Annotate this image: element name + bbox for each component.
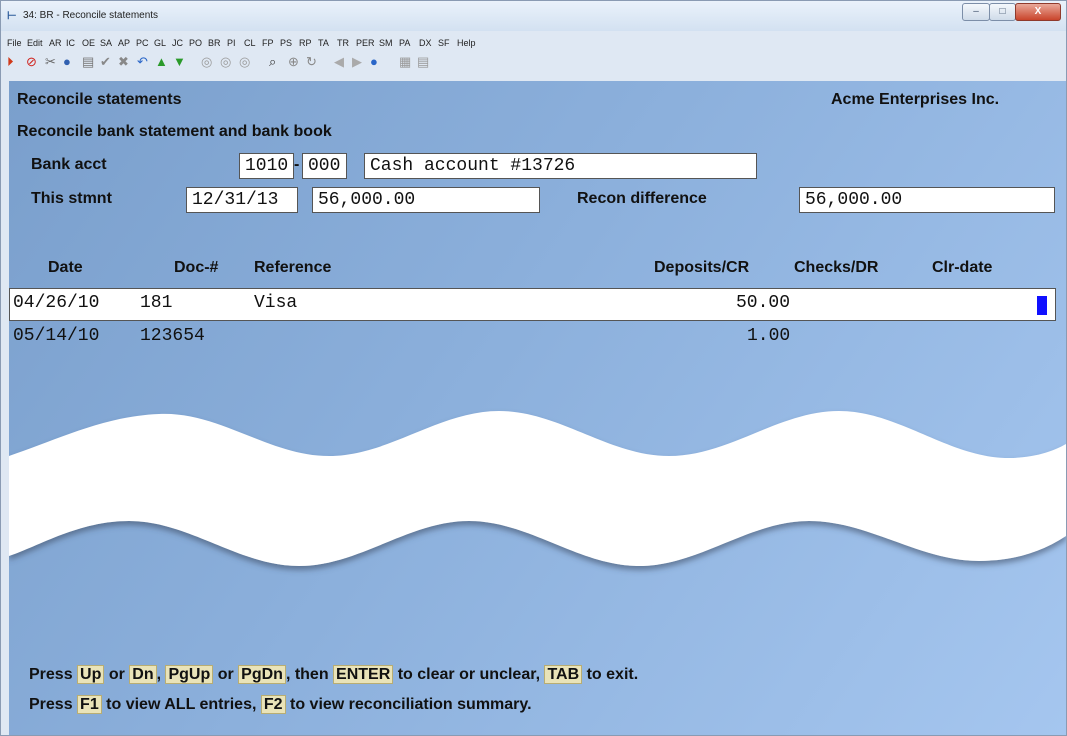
menu-per[interactable]: PER [356,38,375,48]
bank-acct-description: Cash account #13726 [364,153,757,179]
menu-fp[interactable]: FP [262,38,274,48]
menu-pa[interactable]: PA [399,38,410,48]
notes-icon[interactable]: ▤ [417,54,429,70]
down-arrow-icon[interactable]: ▼ [173,54,186,69]
menu-rp[interactable]: RP [299,38,312,48]
menu-pi[interactable]: PI [227,38,236,48]
zoom-icon[interactable]: ⊕ [288,54,299,70]
menu-cl[interactable]: CL [244,38,256,48]
recon-diff-value: 56,000.00 [799,187,1055,213]
stop-icon[interactable]: ⊘ [26,54,37,70]
bank-acct-main-field[interactable]: 1010 [239,153,294,179]
menu-bar: File Edit AR IC OE SA AP PC GL JC PO BR … [1,38,1066,52]
row-date: 05/14/10 [13,326,100,346]
app-icon: ⊢ [7,10,17,22]
key-pgup: PgUp [165,665,214,684]
record-middle-icon[interactable]: ◎ [220,54,231,70]
calculator-icon[interactable]: ▦ [399,54,411,70]
clr-date-cursor[interactable] [1037,296,1047,315]
menu-br[interactable]: BR [208,38,221,48]
menu-dx[interactable]: DX [419,38,432,48]
menu-sf[interactable]: SF [438,38,450,48]
application-window: ⊢ 34: BR - Reconcile statements – □ X Fi… [0,0,1067,736]
title-bar: ⊢ 34: BR - Reconcile statements – □ X [1,1,1066,31]
up-arrow-icon[interactable]: ▲ [155,54,168,69]
key-pgdn: PgDn [238,665,286,684]
stmnt-label: This stmnt [31,190,112,207]
menu-ar[interactable]: AR [49,38,62,48]
record-last-icon[interactable]: ◎ [239,54,250,70]
menu-po[interactable]: PO [189,38,202,48]
screen-title: Reconcile statements [17,91,182,108]
next-icon[interactable]: ▶ [352,54,362,70]
find-icon[interactable]: ⌕ [269,54,276,70]
stmnt-amount-field[interactable]: 56,000.00 [312,187,540,213]
menu-file[interactable]: File [7,38,22,48]
undo-icon[interactable]: ↶ [137,54,148,70]
menu-help[interactable]: Help [457,38,476,48]
menu-edit[interactable]: Edit [27,38,43,48]
close-button[interactable]: X [1015,3,1061,21]
bank-acct-sub-field[interactable]: 000 [302,153,347,179]
menu-ic[interactable]: IC [66,38,75,48]
menu-ps[interactable]: PS [280,38,292,48]
key-up: Up [77,665,105,684]
reconcile-screen: Reconcile statements Acme Enterprises In… [9,81,1066,735]
company-name: Acme Enterprises Inc. [831,91,1000,108]
minimize-button[interactable]: – [962,3,990,21]
col-header-deposits: Deposits/CR [654,259,750,276]
col-header-checks: Checks/DR [794,259,879,276]
col-header-date: Date [48,259,83,276]
torn-page-break [9,411,1066,566]
stmnt-date-field[interactable]: 12/31/13 [186,187,298,213]
menu-gl[interactable]: GL [154,38,166,48]
row-reference: Visa [254,293,298,313]
help-icon[interactable]: ● [370,54,378,69]
menu-sa[interactable]: SA [100,38,112,48]
help-line-1: Press Up or Dn, PgUp or PgDn, then ENTER… [29,665,639,684]
col-header-reference: Reference [254,259,332,276]
row-doc: 181 [140,293,173,313]
prev-icon[interactable]: ◀ [334,54,344,70]
menu-oe[interactable]: OE [82,38,95,48]
help-line-2: Press F1 to view ALL entries, F2 to view… [29,695,532,714]
key-tab: TAB [544,665,583,684]
bank-acct-separator: - [294,156,300,173]
go-icon[interactable]: ⏵ [7,54,14,70]
refresh-icon[interactable]: ↻ [306,54,317,70]
window-title: 34: BR - Reconcile statements [23,10,159,21]
menu-pc[interactable]: PC [136,38,149,48]
row-doc: 123654 [140,326,205,346]
row-deposits: 1.00 [747,326,791,346]
bank-acct-label: Bank acct [31,156,107,173]
menu-tr[interactable]: TR [337,38,349,48]
screen-subtitle: Reconcile bank statement and bank book [17,123,332,140]
recon-diff-label: Recon difference [577,190,707,207]
tools-icon[interactable]: ✂ [45,54,56,70]
record-first-icon[interactable]: ◎ [201,54,212,70]
col-header-doc: Doc-# [174,259,219,276]
menu-ta[interactable]: TA [318,38,329,48]
delete-icon[interactable]: ✖ [118,54,129,70]
key-f2: F2 [260,695,286,714]
globe-icon[interactable]: ● [63,54,71,69]
menu-jc[interactable]: JC [172,38,183,48]
menu-ap[interactable]: AP [118,38,130,48]
row-deposits: 50.00 [736,293,791,313]
menu-sm[interactable]: SM [379,38,393,48]
toolbar: ⏵ ⊘ ✂ ● ▤ ✔ ✖ ↶ ▲ ▼ ◎ ◎ ◎ ⌕ ⊕ ↻ ◀ ▶ ● ▦ … [1,54,1066,76]
key-dn: Dn [129,665,157,684]
col-header-clr-date: Clr-date [932,259,993,276]
row-date: 04/26/10 [13,293,100,313]
key-enter: ENTER [333,665,394,684]
print-icon[interactable]: ▤ [82,54,94,70]
key-f1: F1 [77,695,102,714]
maximize-button[interactable]: □ [989,3,1016,21]
check-icon[interactable]: ✔ [100,54,111,70]
